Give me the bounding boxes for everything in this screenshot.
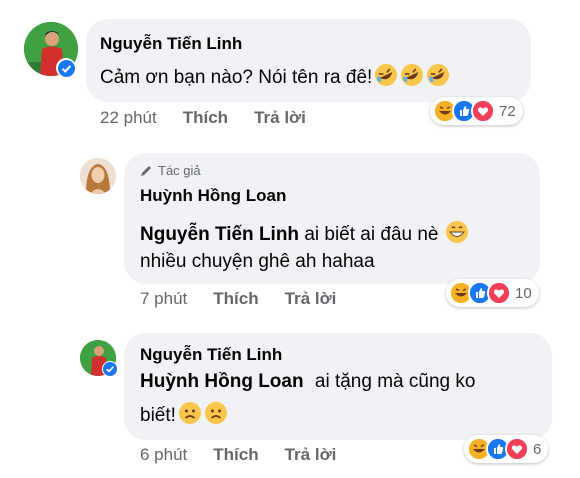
comment-time[interactable]: 7 phút — [140, 289, 187, 309]
comment-author[interactable]: Huỳnh Hồng Loan — [140, 186, 286, 206]
comment-text-line-2: nhiều chuyện ghê ah hahaa — [140, 251, 375, 272]
mention-tag[interactable]: Huỳnh Hồng Loan — [140, 371, 304, 392]
reaction-summary[interactable]: 10 — [446, 279, 539, 307]
reaction-count: 10 — [515, 284, 532, 302]
mention-tag[interactable]: Nguyễn Tiến Linh — [140, 224, 299, 245]
comment-text-line-1: Nguyễn Tiến Linh ai biết ai đâu nè — [140, 220, 469, 250]
reply-button[interactable]: Trả lời — [285, 445, 337, 465]
comment-actions: 7 phút Thích Trả lời — [140, 289, 362, 309]
comment-body: ai biết ai đâu nè — [304, 224, 439, 245]
comment-text-line-1: Huỳnh Hồng Loan ai tặng mà cũng ko — [140, 371, 475, 393]
verified-badge-icon — [102, 361, 118, 377]
author-badge-label: Tác giả — [158, 163, 201, 178]
like-button[interactable]: Thích — [213, 445, 258, 465]
comment-actions: 6 phút Thích Trả lời — [140, 445, 362, 465]
comment-text: Cảm ơn bạn nào? Nói tên ra đê! — [100, 63, 450, 93]
rofl-emoji-icon — [400, 63, 424, 93]
love-icon — [471, 99, 495, 123]
love-icon — [505, 437, 529, 461]
comment-time[interactable]: 6 phút — [140, 445, 187, 465]
verified-badge-icon — [56, 58, 76, 78]
frown-emoji-icon — [178, 401, 202, 431]
reaction-summary[interactable]: 72 — [430, 97, 523, 125]
pen-icon — [140, 164, 153, 177]
comment-author[interactable]: Nguyễn Tiến Linh — [100, 34, 242, 54]
reaction-summary[interactable]: 6 — [464, 435, 549, 463]
comment-text-line-2: biết! — [140, 401, 228, 431]
frown-emoji-icon — [204, 401, 228, 431]
author-badge: Tác giả — [140, 163, 201, 178]
comment-time[interactable]: 22 phút — [100, 108, 157, 128]
comment-body-cont: biết! — [140, 405, 176, 426]
reply-button[interactable]: Trả lời — [285, 289, 337, 309]
love-icon — [487, 281, 511, 305]
reply-button[interactable]: Trả lời — [254, 108, 306, 128]
rofl-emoji-icon — [374, 63, 398, 93]
reaction-count: 6 — [533, 440, 542, 458]
comment-author[interactable]: Nguyễn Tiến Linh — [140, 345, 282, 365]
comment-body: Cảm ơn bạn nào? Nói tên ra đê! — [100, 67, 373, 88]
comment-actions: 22 phút Thích Trả lời — [100, 108, 332, 128]
like-button[interactable]: Thích — [213, 289, 258, 309]
reaction-count: 72 — [499, 102, 516, 120]
grin-emoji-icon — [445, 220, 469, 250]
like-button[interactable]: Thích — [183, 108, 228, 128]
comment-body: ai tặng mà cũng ko — [314, 371, 476, 392]
rofl-emoji-icon — [426, 63, 450, 93]
avatar[interactable] — [80, 158, 116, 194]
